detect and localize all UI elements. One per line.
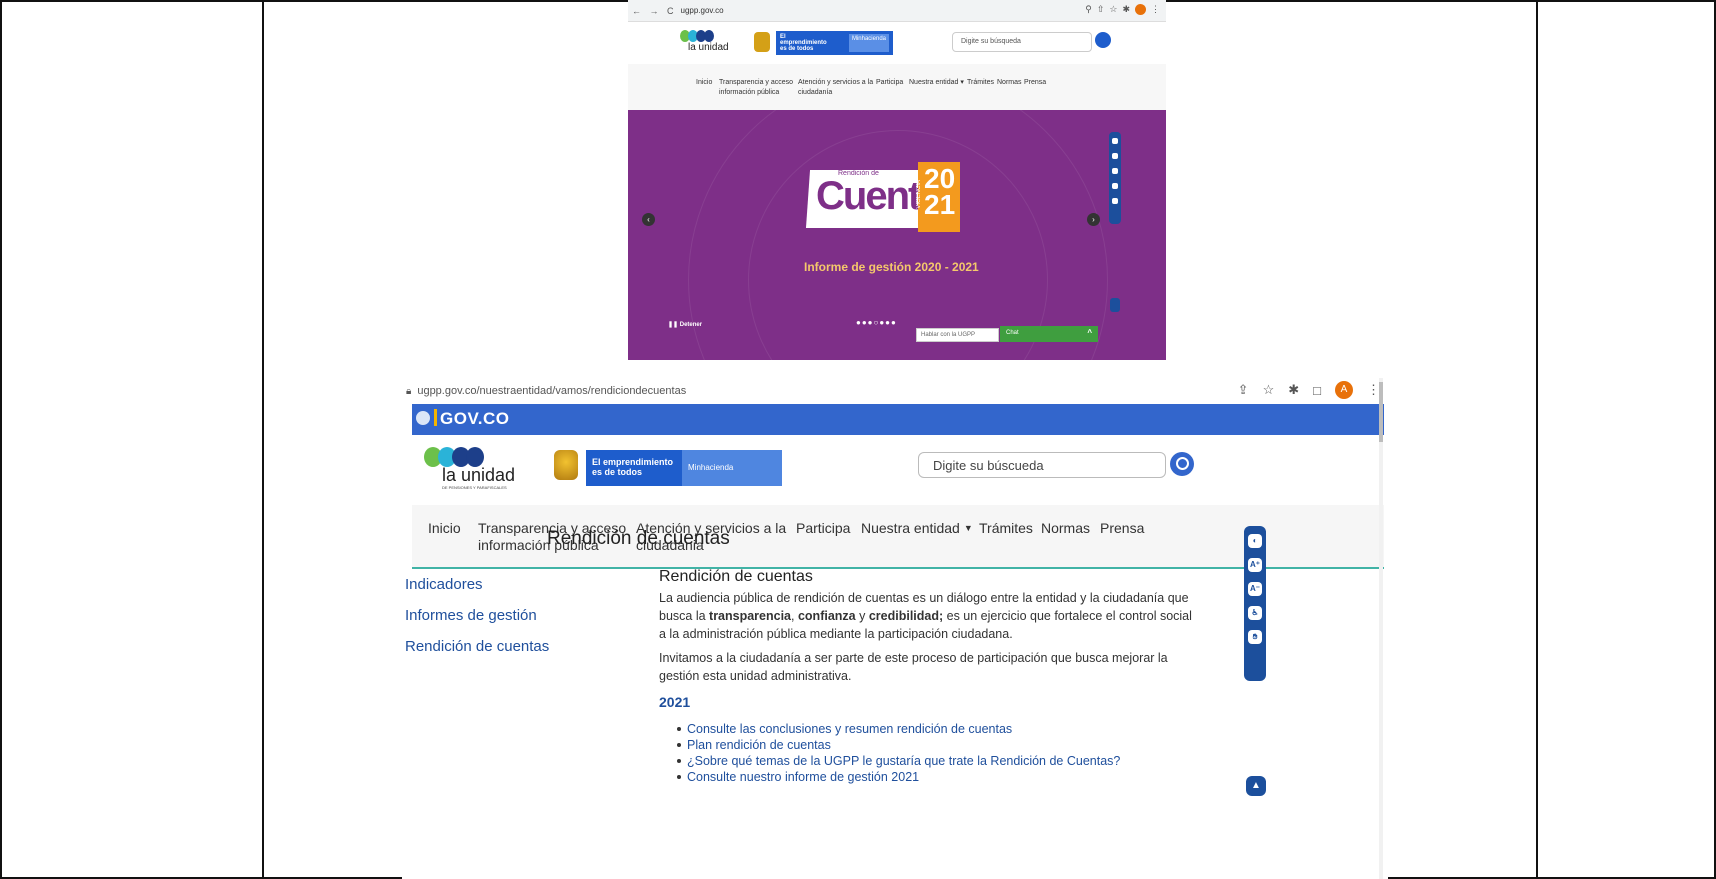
document-links: Consulte las conclusiones y resumen rend… <box>659 721 1199 785</box>
site-header: la unidad DE PENSIONES Y PARAFISCALES El… <box>412 435 1384 505</box>
hero-vigencia: VIGENCIA <box>916 180 922 209</box>
search-icon[interactable] <box>1095 32 1111 48</box>
la-unidad-logo[interactable]: la unidad <box>680 30 738 58</box>
logo-text: la unidad <box>688 42 729 53</box>
carousel-prev-icon[interactable]: ‹ <box>642 213 655 226</box>
colombia-coat-of-arms-icon <box>754 32 770 52</box>
emprendimiento-banner[interactable]: El emprendimiento es de todos Minhaciend… <box>586 450 782 486</box>
accessibility-toolbar: ◐ A⁺ A⁻ ♿︎ ✋︎ <box>1244 526 1266 681</box>
extensions-icon[interactable]: ✱ <box>1122 4 1130 15</box>
menu-item-normas[interactable]: Normas <box>1041 520 1090 537</box>
zoom-icon[interactable]: ⚲ <box>1085 4 1092 15</box>
rendicion-page-screenshot: 🔒︎ ugpp.gov.co/nuestraentidad/vamos/rend… <box>402 378 1388 879</box>
site-header: la unidad El emprendimiento es de todos … <box>628 22 1166 64</box>
la-unidad-logo[interactable]: la unidad DE PENSIONES Y PARAFISCALES <box>424 447 524 495</box>
address-bar[interactable]: ugpp.gov.co <box>681 6 724 15</box>
hero-year: 20 21 <box>924 163 956 220</box>
sidebar-item-rendicion[interactable]: Rendición de cuentas <box>405 638 549 655</box>
carousel-pause-button[interactable]: ❚❚ Detener <box>668 321 702 328</box>
menu-item-normas[interactable]: Normas <box>997 78 1022 88</box>
menu-item-prensa[interactable]: Prensa <box>1100 520 1144 537</box>
content-paragraph-1: La audiencia pública de rendición de cue… <box>659 591 1192 641</box>
menu-item-inicio[interactable]: Inicio <box>696 78 712 88</box>
emprendimiento-banner[interactable]: El emprendimiento es de todos Minhaciend… <box>776 31 893 55</box>
browser-toolbar: ← → C ugpp.gov.co ⚲ ⇧ ☆ ✱ ⋮ <box>628 0 1166 22</box>
profile-avatar[interactable] <box>1135 4 1146 15</box>
gov-co-bar: GOV.CO <box>412 404 1384 435</box>
menu-item-tramites[interactable]: Trámites <box>967 78 994 88</box>
browser-nav-controls[interactable]: ← → C <box>632 6 677 16</box>
search-icon[interactable] <box>1170 452 1194 476</box>
caret-down-icon: ▼ <box>963 523 973 533</box>
main-menu: Inicio Transparencia y acceso información… <box>628 64 1166 110</box>
lock-icon[interactable]: 🔒︎ <box>406 386 411 397</box>
menu-item-participa[interactable]: Participa <box>876 78 903 88</box>
side-panel-icon[interactable]: □ <box>1313 383 1321 398</box>
hablar-ugpp-button[interactable]: Hablar con la UGPP <box>916 328 999 342</box>
menu-item-atencion[interactable]: Atención y servicios a la ciudadanía <box>798 78 873 98</box>
menu-icon[interactable]: ⋮ <box>1151 4 1160 15</box>
accessibility-toolbar[interactable] <box>1109 132 1121 224</box>
sidebar-item-informes[interactable]: Informes de gestión <box>405 607 537 624</box>
homepage-screenshot: ← → C ugpp.gov.co ⚲ ⇧ ☆ ✱ ⋮ la unidad El… <box>628 0 1166 378</box>
colombia-coat-of-arms-icon <box>554 450 578 480</box>
year-heading: 2021 <box>659 694 691 710</box>
address-bar[interactable]: ugpp.gov.co/nuestraentidad/vamos/rendici… <box>417 385 686 397</box>
carousel-next-icon[interactable]: › <box>1087 213 1100 226</box>
table-divider-right <box>1536 0 1538 879</box>
logo-subtitle: DE PENSIONES Y PARAFISCALES <box>442 485 507 490</box>
chevron-up-icon[interactable]: ^ <box>1087 328 1092 337</box>
browser-address-row: 🔒︎ ugpp.gov.co/nuestraentidad/vamos/rend… <box>402 378 1388 404</box>
table-divider-left <box>262 0 264 879</box>
list-item[interactable]: ¿Sobre qué temas de la UGPP le gustaría … <box>659 753 1199 769</box>
main-content: Rendición de cuentas La audiencia públic… <box>659 568 1199 785</box>
star-icon[interactable]: ☆ <box>1109 4 1117 15</box>
hero-informe-text: Informe de gestión 2020 - 2021 <box>804 260 979 274</box>
menu-item-transparencia[interactable]: Transparencia y acceso información públic… <box>719 78 793 98</box>
sign-language-icon[interactable]: ✋︎ <box>1248 630 1262 644</box>
content-heading: Rendición de cuentas <box>659 568 813 585</box>
menu-item-participa[interactable]: Participa <box>796 520 850 537</box>
share-icon[interactable]: ⇪ <box>1238 382 1249 398</box>
profile-avatar[interactable]: A <box>1335 381 1353 399</box>
list-item[interactable]: Plan rendición de cuentas <box>659 737 1199 753</box>
list-item[interactable]: Consulte nuestro informe de gestión 2021 <box>659 769 1199 785</box>
star-icon[interactable]: ☆ <box>1263 382 1275 398</box>
menu-item-nuestra-entidad[interactable]: Nuestra entidad ▼ <box>861 520 973 537</box>
scrollbar[interactable] <box>1379 378 1383 879</box>
extensions-icon[interactable]: ✱ <box>1288 382 1299 398</box>
page-title: Rendición de cuentas <box>547 528 730 549</box>
gov-co-logo[interactable]: GOV.CO <box>416 409 509 429</box>
menu-item-prensa[interactable]: Prensa <box>1024 78 1046 88</box>
scroll-top-icon[interactable]: ▲ <box>1246 776 1266 796</box>
search-input[interactable]: Digite su búscueda <box>918 452 1166 478</box>
chat-widget[interactable]: Chat ^ <box>1000 326 1098 342</box>
hero-carousel[interactable]: Rendición de Cuentas VIGENCIA 20 21 Infor… <box>628 110 1166 360</box>
content-paragraph-2: Invitamos a la ciudadanía a ser parte de… <box>659 651 1168 683</box>
scroll-top-icon[interactable] <box>1110 298 1120 312</box>
logo-text: la unidad <box>442 465 516 485</box>
font-decrease-icon[interactable]: A⁻ <box>1248 582 1262 596</box>
menu-item-nuestra-entidad[interactable]: Nuestra entidad ▾ <box>909 78 964 88</box>
search-input[interactable]: Digite su búsqueda <box>952 32 1092 52</box>
carousel-indicators[interactable]: ●●●○●●● <box>856 318 897 327</box>
sidebar-item-indicadores[interactable]: Indicadores <box>405 576 483 593</box>
accessibility-icon[interactable]: ♿︎ <box>1248 606 1262 620</box>
menu-item-tramites[interactable]: Trámites <box>979 520 1033 537</box>
gov-seal-icon <box>416 411 430 425</box>
menu-item-inicio[interactable]: Inicio <box>428 520 461 537</box>
font-increase-icon[interactable]: A⁺ <box>1248 558 1262 572</box>
share-icon[interactable]: ⇧ <box>1097 4 1105 15</box>
list-item[interactable]: Consulte las conclusiones y resumen rend… <box>659 721 1199 737</box>
contrast-icon[interactable]: ◐ <box>1248 534 1262 548</box>
